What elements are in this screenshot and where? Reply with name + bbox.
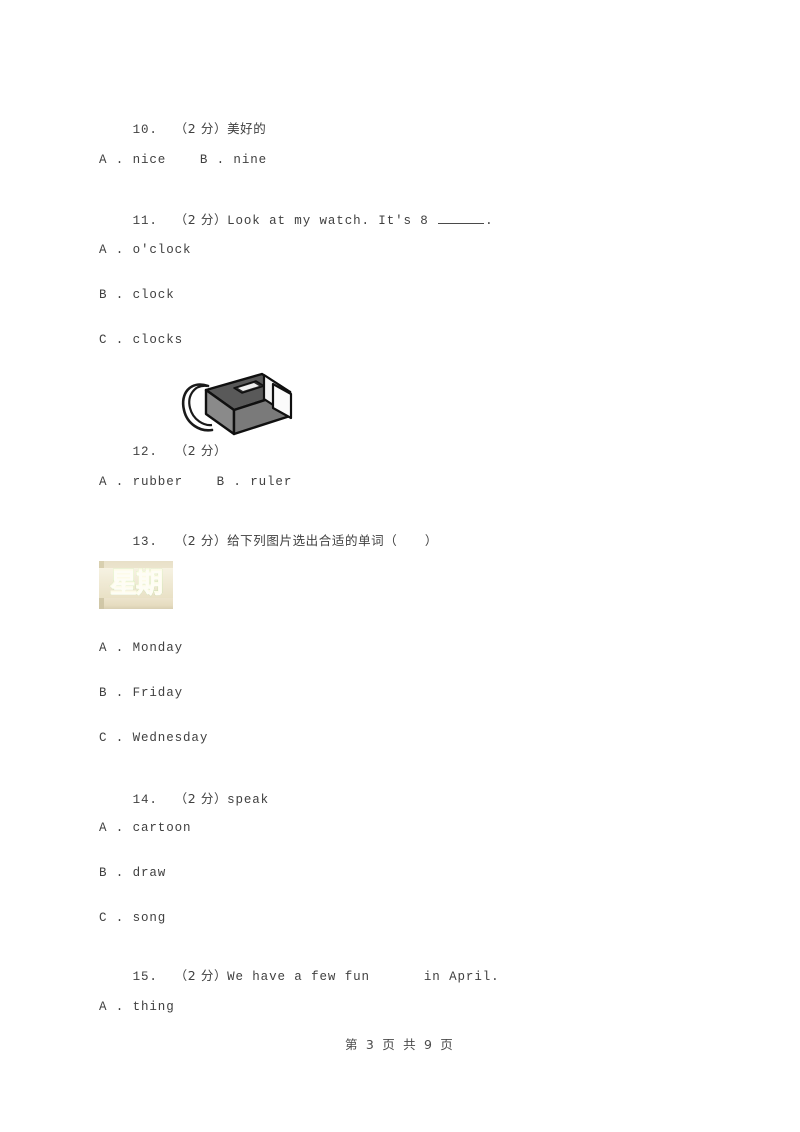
wednesday-word-image: 星期三 [99,561,173,609]
question-10-number: 10. [132,123,158,137]
page-footer: 第 3 页 共 9 页 [345,1037,455,1052]
answer-blank[interactable] [438,212,485,224]
question-11-number: 11. [132,214,158,228]
question-12-score: （2 分） [174,443,228,458]
question-15-stem: 15. （2 分）We have a few fun in April. [99,952,500,1001]
question-11-option-b[interactable]: B . clock [99,287,175,303]
question-15-stem-text-after: in April. [423,970,500,984]
question-11-stem: 11. （2 分）Look at my watch. It's 8 . [99,196,494,245]
question-13-option-a[interactable]: A . Monday [99,640,183,656]
question-11-option-a[interactable]: A . o'clock [99,242,191,258]
question-15-stem-text-before: We have a few fun [227,970,370,984]
question-13-option-b[interactable]: B . Friday [99,685,183,701]
question-11-stem-text-before: Look at my watch. It's 8 [227,214,438,228]
question-14-option-a[interactable]: A . cartoon [99,820,191,836]
question-14-option-c[interactable]: C . song [99,910,166,926]
question-15-option-a[interactable]: A . thing [99,999,175,1015]
question-12-options[interactable]: A . rubber B . ruler [99,474,292,490]
question-13-score: （2 分） [174,533,228,548]
question-12-number: 12. [132,445,158,459]
question-13-number: 13. [132,535,158,549]
question-10-stem-text: 美好的 [227,121,267,136]
question-14-number: 14. [132,793,158,807]
question-12-stem: 12. （2 分） [99,427,227,476]
question-13-option-c[interactable]: C . Wednesday [99,730,208,746]
question-13-stem-text: 给下列图片选出合适的单词（ ） [227,533,438,548]
question-14-option-b[interactable]: B . draw [99,865,166,881]
question-14-stem: 14. （2 分）speak [99,775,269,824]
question-10-score: （2 分） [174,121,228,136]
question-10-options[interactable]: A . nice B . nine [99,152,267,168]
question-13-stem: 13. （2 分）给下列图片选出合适的单词（ ） [99,517,438,566]
question-11-option-c[interactable]: C . clocks [99,332,183,348]
exam-page: 10. （2 分）美好的 A . nice B . nine 11. （2 分）… [0,0,800,1132]
wednesday-characters: 星期三 [99,564,173,609]
question-15-number: 15. [132,970,158,984]
question-11-stem-text-after: . [485,214,494,228]
question-11-score: （2 分） [174,212,228,227]
question-14-stem-text: speak [227,793,270,807]
question-10-stem: 10. （2 分）美好的 [99,105,266,154]
question-15-score: （2 分） [174,968,228,983]
question-14-score: （2 分） [174,791,228,806]
